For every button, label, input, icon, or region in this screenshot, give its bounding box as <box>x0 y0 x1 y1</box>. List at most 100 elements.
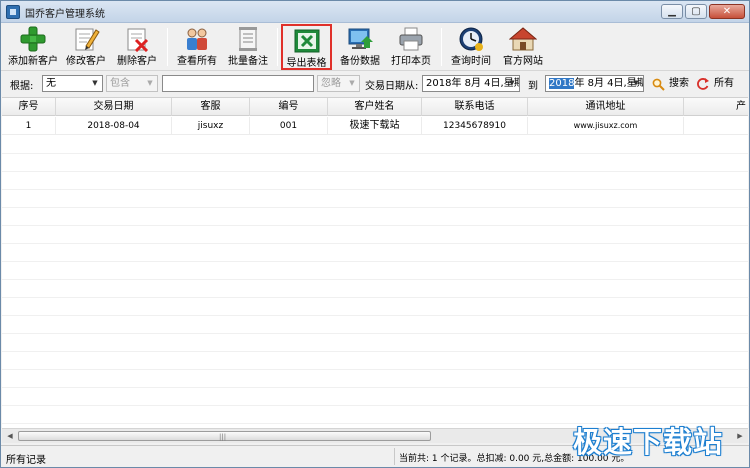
view-all-button[interactable]: 查看所有 <box>174 24 220 70</box>
column-header[interactable]: 编号 <box>250 98 328 116</box>
batch-note-button[interactable]: 批量备注 <box>225 24 271 70</box>
toolbar-separator <box>441 28 442 66</box>
row-cell: 极速下载站 <box>328 117 422 135</box>
chevron-down-icon: ▼ <box>349 79 355 87</box>
empty-grid-row <box>2 226 748 244</box>
column-header[interactable]: 交易日期 <box>56 98 172 116</box>
backup-data-label: 备份数据 <box>340 56 380 67</box>
app-window: 国乔客户管理系统 ▁ ▢ ✕ 添加新客户 修改客户 删除客户 查看所有 批量备注… <box>0 0 750 468</box>
toolbar: 添加新客户 修改客户 删除客户 查看所有 批量备注 导出表格 备份数据 打印本页… <box>1 24 749 71</box>
row-cell: 1 <box>2 117 56 135</box>
edit-customer-button[interactable]: 修改客户 <box>63 24 109 70</box>
delete-customer-label: 删除客户 <box>117 56 157 67</box>
window-controls: ▁ ▢ ✕ <box>661 4 745 19</box>
scroll-thumb[interactable]: ||| <box>18 431 431 441</box>
chevron-down-icon: ▼ <box>509 79 515 87</box>
export-table-button[interactable]: 导出表格 <box>281 24 332 70</box>
minimize-icon: ▁ <box>668 6 676 17</box>
grip-icon: ||| <box>219 433 227 441</box>
add-customer-label: 添加新客户 <box>8 56 58 67</box>
ignore-select[interactable]: 忽略 ▼ <box>317 75 360 92</box>
chevron-down-icon: ▼ <box>633 79 639 87</box>
row-cell: 001 <box>250 117 328 135</box>
customer-table[interactable]: 序号 交易日期 客服 编号 客户姓名 联系电话 通讯地址 产 1 2018-08… <box>2 97 748 428</box>
row-cell: 12345678910 <box>422 117 528 135</box>
query-time-button[interactable]: 查询时间 <box>448 24 494 70</box>
edit-customer-icon <box>75 28 100 51</box>
empty-grid-row <box>2 334 748 352</box>
batch-note-label: 批量备注 <box>228 56 268 67</box>
clock-icon <box>459 27 483 51</box>
ignore-value: 忽略 <box>321 78 341 89</box>
app-icon <box>6 5 20 19</box>
keyword-input[interactable] <box>162 75 314 92</box>
row-cell: www.jisuxz.com <box>528 117 684 135</box>
query-time-label: 查询时间 <box>451 56 491 67</box>
maximize-button[interactable]: ▢ <box>685 4 707 19</box>
empty-grid-row <box>2 154 748 172</box>
status-left: 所有记录 <box>6 455 46 466</box>
backup-data-button[interactable]: 备份数据 <box>337 24 383 70</box>
watermark-logo: 极速下载站 <box>573 425 724 459</box>
row-cell: 2018-08-04 <box>56 117 172 135</box>
empty-grid-row <box>2 190 748 208</box>
date-from-label: 交易日期从: <box>365 81 419 92</box>
title-bar[interactable]: 国乔客户管理系统 ▁ ▢ ✕ <box>1 1 749 23</box>
table-row[interactable]: 1 2018-08-04 jisuxz 001 极速下载站 1234567891… <box>2 117 748 135</box>
date-to-picker[interactable]: 2018年 8月 4日,星期 ▼ <box>545 75 644 92</box>
show-all-button[interactable]: 所有 <box>697 75 739 93</box>
table-header: 序号 交易日期 客服 编号 客户姓名 联系电话 通讯地址 产 <box>2 98 748 116</box>
row-cell: jisuxz <box>172 117 250 135</box>
column-header[interactable]: 产 <box>684 98 748 116</box>
field-select-value: 无 <box>46 78 56 89</box>
empty-grid-row <box>2 388 748 406</box>
window-title: 国乔客户管理系统 <box>25 9 105 20</box>
show-all-label: 所有 <box>714 78 734 89</box>
backup-icon <box>348 28 373 49</box>
empty-grid-row <box>2 208 748 226</box>
empty-grid-row <box>2 280 748 298</box>
close-button[interactable]: ✕ <box>709 4 745 19</box>
delete-customer-icon <box>127 28 149 52</box>
print-page-button[interactable]: 打印本页 <box>388 24 434 70</box>
toolbar-separator <box>167 28 168 66</box>
scroll-left-icon[interactable]: ◀ <box>3 430 17 442</box>
column-header[interactable]: 客服 <box>172 98 250 116</box>
empty-grid-row <box>2 244 748 262</box>
field-select[interactable]: 无 ▼ <box>42 75 103 92</box>
empty-grid-row <box>2 370 748 388</box>
match-mode-select[interactable]: 包含 ▼ <box>106 75 158 92</box>
filter-bar: 根据: 无 ▼ 包含 ▼ 忽略 ▼ 交易日期从: 2018年 8月 4日,星期 … <box>1 72 749 96</box>
chevron-down-icon: ▼ <box>92 79 98 87</box>
empty-grid-row <box>2 316 748 334</box>
export-table-label: 导出表格 <box>286 58 327 69</box>
chevron-down-icon: ▼ <box>147 79 153 87</box>
status-separator <box>394 448 395 465</box>
empty-grid-row <box>2 352 748 370</box>
by-label: 根据: <box>10 81 34 92</box>
search-button[interactable]: 搜索 <box>652 75 692 93</box>
batch-note-icon <box>239 27 257 51</box>
printer-icon <box>399 27 423 51</box>
official-website-button[interactable]: 官方网站 <box>499 24 547 70</box>
refresh-icon <box>697 78 709 90</box>
delete-customer-button[interactable]: 删除客户 <box>114 24 160 70</box>
view-all-label: 查看所有 <box>177 56 217 67</box>
excel-export-icon <box>294 29 319 53</box>
empty-grid-row <box>2 298 748 316</box>
view-all-icon <box>187 28 207 50</box>
date-from-picker[interactable]: 2018年 8月 4日,星期 ▼ <box>422 75 520 92</box>
search-label: 搜索 <box>669 78 689 89</box>
add-customer-button[interactable]: 添加新客户 <box>5 24 61 70</box>
edit-customer-label: 修改客户 <box>66 56 106 67</box>
empty-grid-row <box>2 136 748 154</box>
home-icon <box>509 27 537 51</box>
maximize-icon: ▢ <box>691 6 701 17</box>
date-to-selected: 2018 <box>549 78 575 89</box>
column-header[interactable]: 客户姓名 <box>328 98 422 116</box>
scroll-right-icon[interactable]: ▶ <box>733 430 747 442</box>
column-header[interactable]: 联系电话 <box>422 98 528 116</box>
column-header[interactable]: 通讯地址 <box>528 98 684 116</box>
minimize-button[interactable]: ▁ <box>661 4 683 19</box>
column-header[interactable]: 序号 <box>2 98 56 116</box>
